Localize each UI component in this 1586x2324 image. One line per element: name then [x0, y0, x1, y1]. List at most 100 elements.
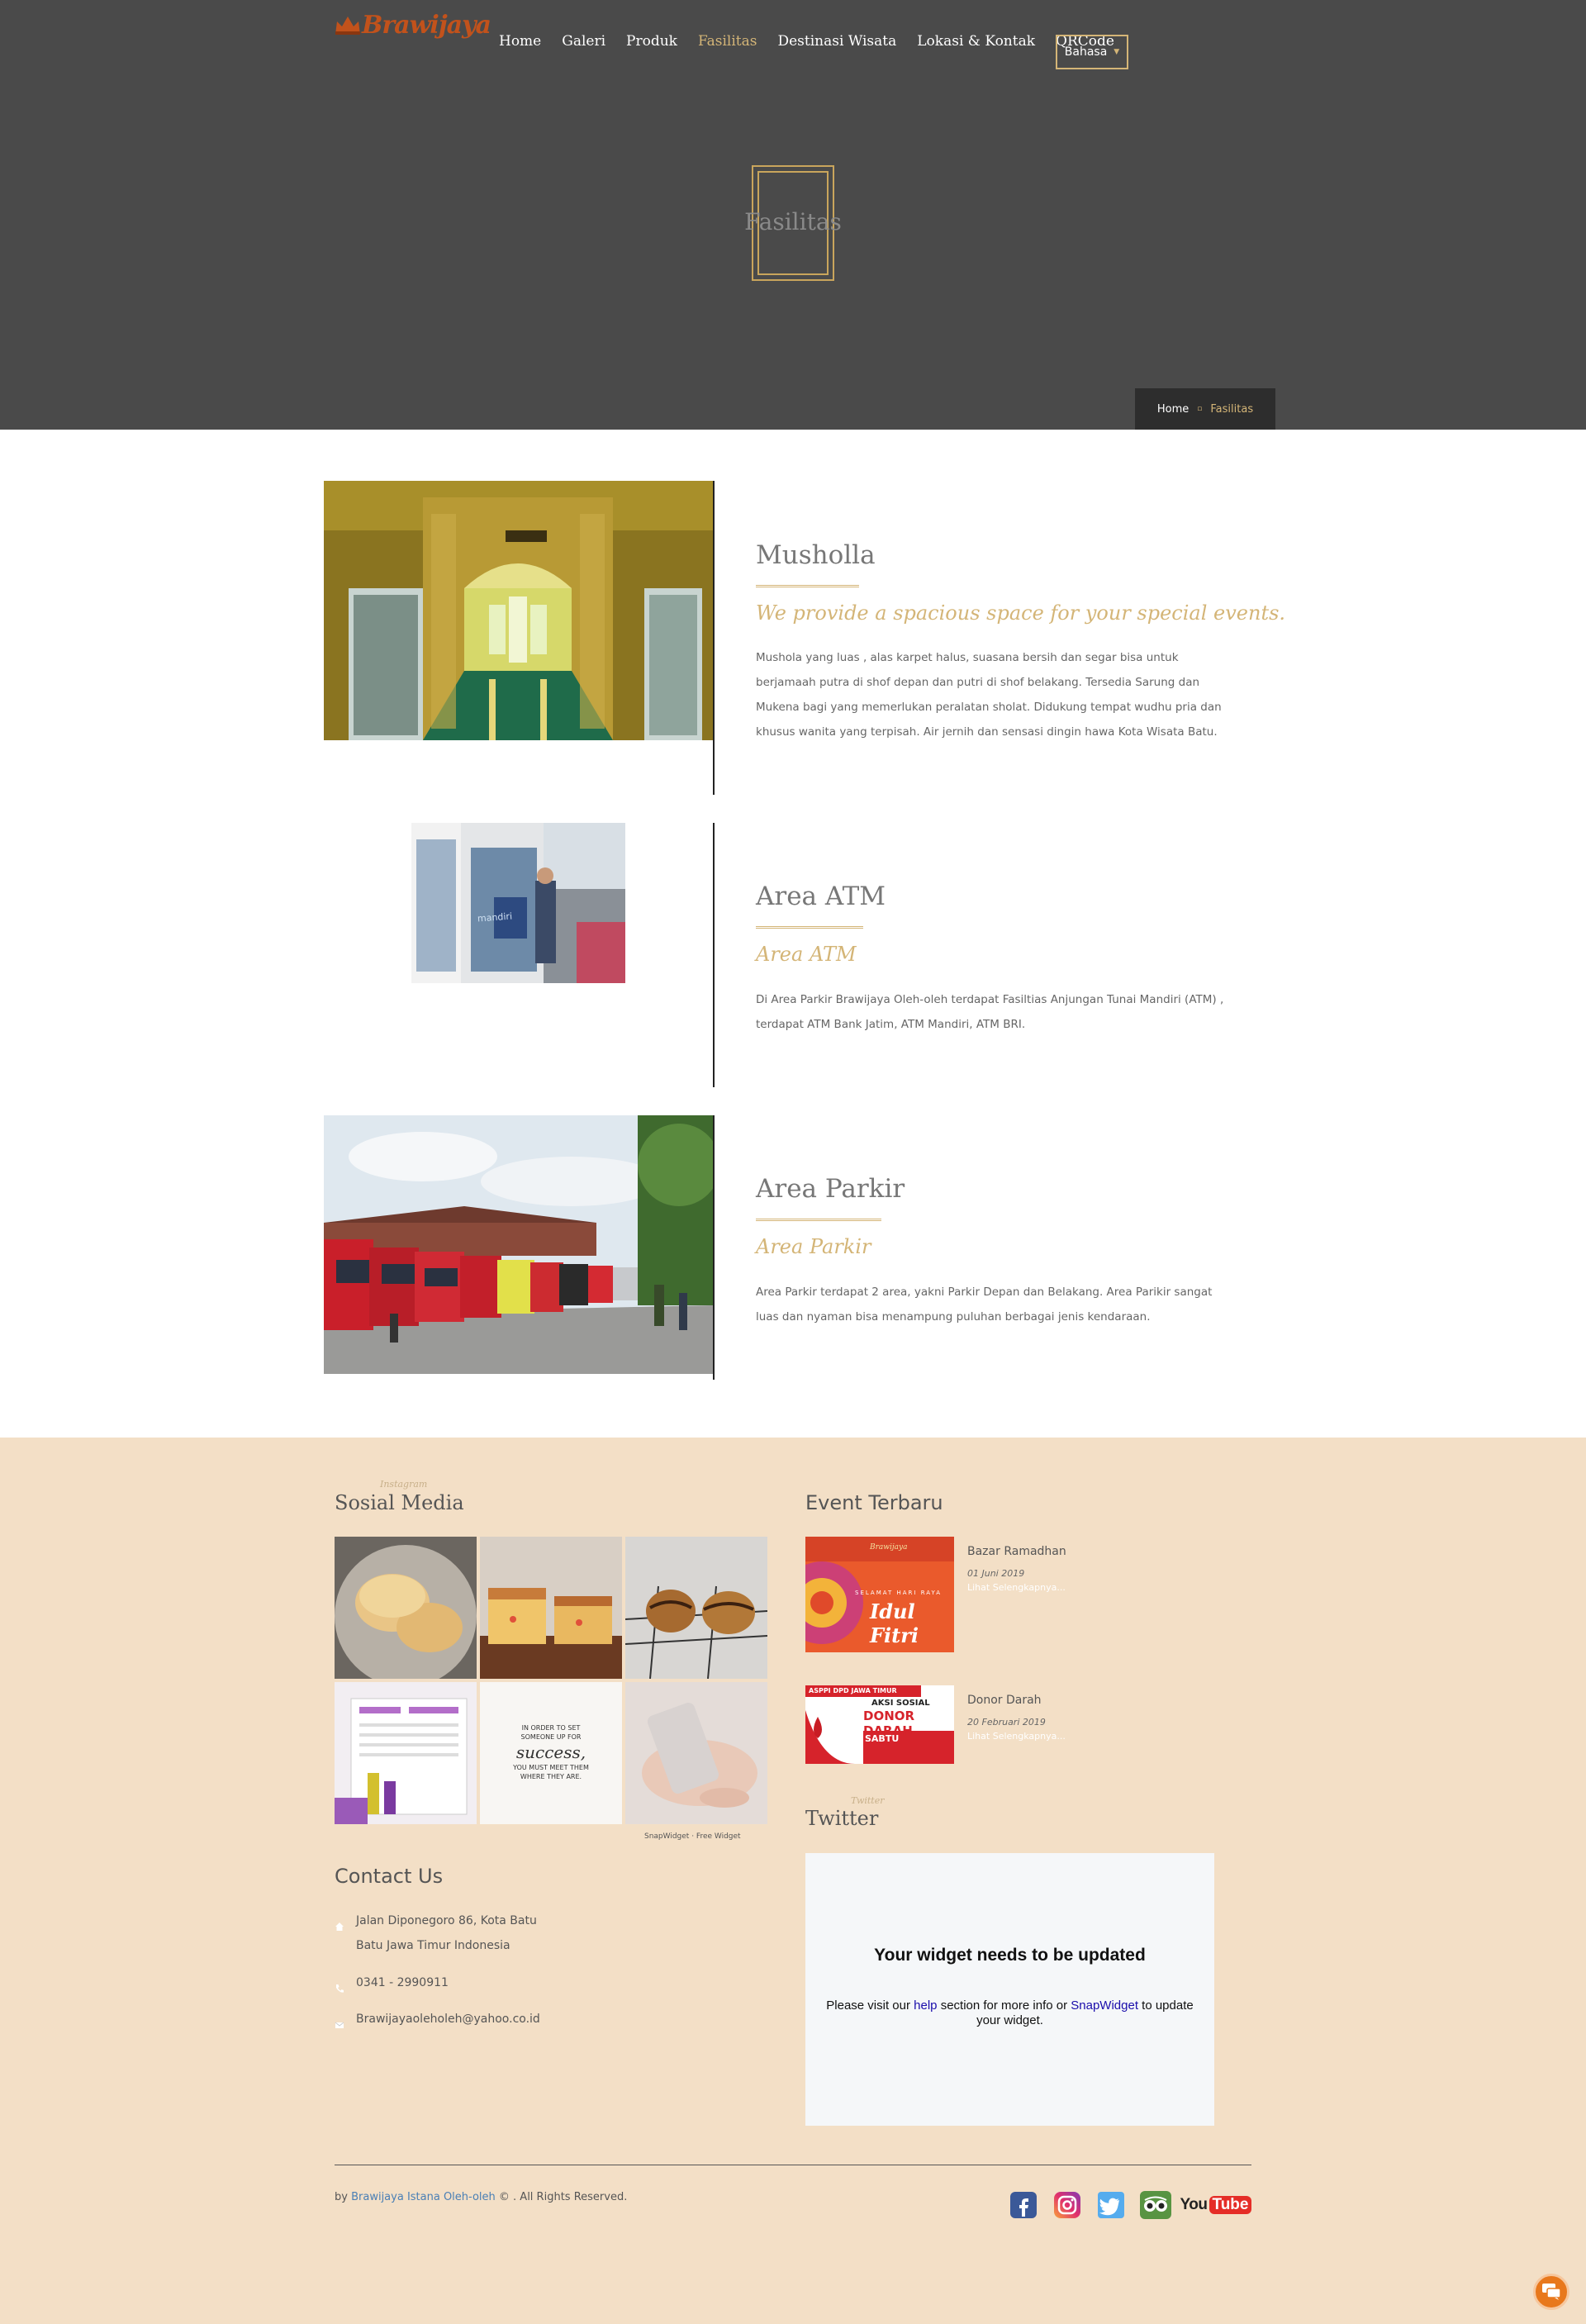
nav-fasilitas[interactable]: Fasilitas [698, 33, 757, 50]
widget-text: section for more info or [940, 1998, 1068, 2013]
atm-underline [756, 926, 863, 929]
event-name[interactable]: Donor Darah [967, 1694, 1066, 1707]
quote-line: YOU MUST MEET THEM [513, 1764, 589, 1771]
page-hero: Brawijaya Home Galeri Produk Fasilitas D… [0, 0, 1586, 430]
help-link[interactable]: help [914, 1998, 937, 2013]
parkir-description: Area Parkir terdapat 2 area, yakni Parki… [756, 1286, 1213, 1324]
instagram-grid: IN ORDER TO SET SOMEONE UP FOR success, … [335, 1537, 768, 1824]
facebook-icon[interactable] [1009, 2191, 1038, 2219]
copyright-suffix: © . All Rights Reserved. [498, 2191, 628, 2203]
quote-line: SOMEONE UP FOR [520, 1733, 582, 1741]
nav-destinasi-wisata[interactable]: Destinasi Wisata [777, 33, 896, 50]
nav-lokasi-kontak[interactable]: Lokasi & Kontak [917, 33, 1035, 50]
parkir-divider [713, 1115, 715, 1380]
social-media-title: Sosial Media [335, 1491, 464, 1514]
language-label: Bahasa [1064, 45, 1108, 59]
musholla-description: Mushola yang luas , alas karpet halus, s… [756, 651, 1222, 739]
youtube-tube-text: Tube [1208, 2196, 1252, 2214]
youtube-icon[interactable]: You Tube [1180, 2191, 1252, 2219]
chat-bubble-button[interactable] [1533, 2274, 1569, 2310]
logo-text: Brawijaya [362, 10, 491, 40]
social-media-small-label: Instagram [380, 1479, 428, 1490]
event-date: 20 Februari 2019 [967, 1717, 1046, 1728]
home-icon [335, 1916, 344, 1931]
event-terbaru-title: Event Terbaru [805, 1491, 943, 1514]
main-nav: Home Galeri Produk Fasilitas Destinasi W… [499, 33, 1135, 50]
parkir-underline [756, 1219, 881, 1221]
widget-text: Please visit our [826, 1998, 910, 2013]
event-date: 01 Juni 2019 [967, 1568, 1025, 1579]
event-poster-day: SABTU [865, 1733, 900, 1744]
event-item[interactable]: ASPPI DPD JAWA TIMUR AKSI SOSIAL DONOR D… [805, 1685, 1066, 1764]
address-line-2: Batu Jawa Timur Indonesia [356, 1939, 510, 1952]
crown-icon [334, 13, 362, 36]
musholla-subtitle: We provide a spacious space for your spe… [756, 601, 1286, 625]
twitter-title: Twitter [805, 1807, 879, 1830]
atm-image: mandiri [411, 823, 625, 983]
site-logo[interactable]: Brawijaya [334, 5, 491, 45]
instagram-icon[interactable] [1053, 2191, 1081, 2219]
language-dropdown[interactable]: Bahasa ▼ [1056, 35, 1128, 69]
instagram-photo[interactable] [625, 1682, 767, 1824]
twitter-widget: Your widget needs to be updated Please v… [805, 1853, 1214, 2126]
event-poster-greeting: AKSI SOSIAL [871, 1699, 930, 1708]
copyright-link[interactable]: Brawijaya Istana Oleh-oleh [351, 2191, 496, 2203]
phone-number[interactable]: 0341 - 2990911 [356, 1970, 449, 1995]
musholla-image [324, 481, 714, 740]
youtube-you-text: You [1180, 2196, 1208, 2213]
atm-title: Area ATM [756, 882, 886, 911]
instagram-photo[interactable] [335, 1682, 477, 1824]
parkir-image [324, 1115, 714, 1374]
email-address[interactable]: Brawijayaoleholeh@yahoo.co.id [356, 2007, 540, 2032]
nav-home[interactable]: Home [499, 33, 541, 50]
twitter-icon[interactable] [1097, 2191, 1125, 2219]
snapwidget-credit-link[interactable]: SnapWidget · Free Widget [644, 1832, 741, 1841]
event-poster-main: Idul Fitri [870, 1599, 919, 1647]
nav-produk[interactable]: Produk [626, 33, 677, 50]
phone-icon [335, 1978, 344, 1993]
event-read-more-link[interactable]: Lihat Selengkapnya... [967, 1731, 1066, 1742]
event-poster-top: ASPPI DPD JAWA TIMUR [809, 1687, 897, 1694]
musholla-title: Musholla [756, 540, 876, 570]
contact-email: Brawijayaoleholeh@yahoo.co.id [335, 2007, 540, 2032]
contact-phone: 0341 - 2990911 [335, 1970, 449, 1995]
copyright: by Brawijaya Istana Oleh-oleh © . All Ri… [335, 2191, 627, 2203]
snapwidget-link[interactable]: SnapWidget [1071, 1998, 1138, 2013]
quote-line: WHERE THEY ARE. [520, 1773, 582, 1780]
chat-icon [1542, 2284, 1561, 2300]
page-title: Fasilitas [744, 208, 842, 235]
instagram-photo[interactable] [480, 1537, 622, 1679]
nav-galeri[interactable]: Galeri [562, 33, 605, 50]
atm-description: Di Area Parkir Brawijaya Oleh-oleh terda… [756, 993, 1224, 1031]
atm-subtitle: Area ATM [756, 943, 857, 966]
copyright-prefix: by [335, 2191, 348, 2203]
breadcrumb-home[interactable]: Home [1157, 403, 1189, 416]
site-footer [0, 1438, 1586, 2324]
widget-message: Please visit our help section for more i… [816, 1998, 1204, 2028]
event-thumbnail[interactable]: Brawijaya SELAMAT HARI RAYA Idul Fitri [805, 1537, 954, 1652]
contact-title: Contact Us [335, 1865, 444, 1888]
breadcrumb: Home ▫ Fasilitas [1135, 388, 1275, 430]
event-item[interactable]: Brawijaya SELAMAT HARI RAYA Idul Fitri B… [805, 1537, 1066, 1652]
instagram-photo[interactable] [335, 1537, 477, 1679]
breadcrumb-separator-icon: ▫ [1197, 405, 1203, 413]
parkir-subtitle: Area Parkir [756, 1235, 871, 1258]
contact-address: Jalan Diponegoro 86, Kota Batu Batu Jawa… [335, 1908, 537, 1958]
atm-divider [713, 823, 715, 1087]
event-poster-top: Brawijaya [870, 1543, 908, 1552]
twitter-small-label: Twitter [851, 1795, 885, 1806]
event-name[interactable]: Bazar Ramadhan [967, 1545, 1066, 1558]
instagram-photo[interactable] [625, 1537, 767, 1679]
instagram-quote-photo[interactable]: IN ORDER TO SET SOMEONE UP FOR success, … [480, 1682, 622, 1824]
caret-down-icon: ▼ [1114, 48, 1120, 56]
event-thumbnail[interactable]: ASPPI DPD JAWA TIMUR AKSI SOSIAL DONOR D… [805, 1685, 954, 1764]
quote-line: IN ORDER TO SET [521, 1724, 581, 1732]
envelope-icon [335, 2014, 344, 2028]
event-read-more-link[interactable]: Lihat Selengkapnya... [967, 1582, 1066, 1593]
musholla-divider [713, 481, 715, 795]
tripadvisor-icon[interactable] [1140, 2191, 1171, 2219]
quote-line: success, [515, 1742, 586, 1762]
widget-heading: Your widget needs to be updated [874, 1946, 1146, 1965]
address-line-1: Jalan Diponegoro 86, Kota Batu [356, 1914, 537, 1927]
breadcrumb-current: Fasilitas [1210, 402, 1254, 416]
